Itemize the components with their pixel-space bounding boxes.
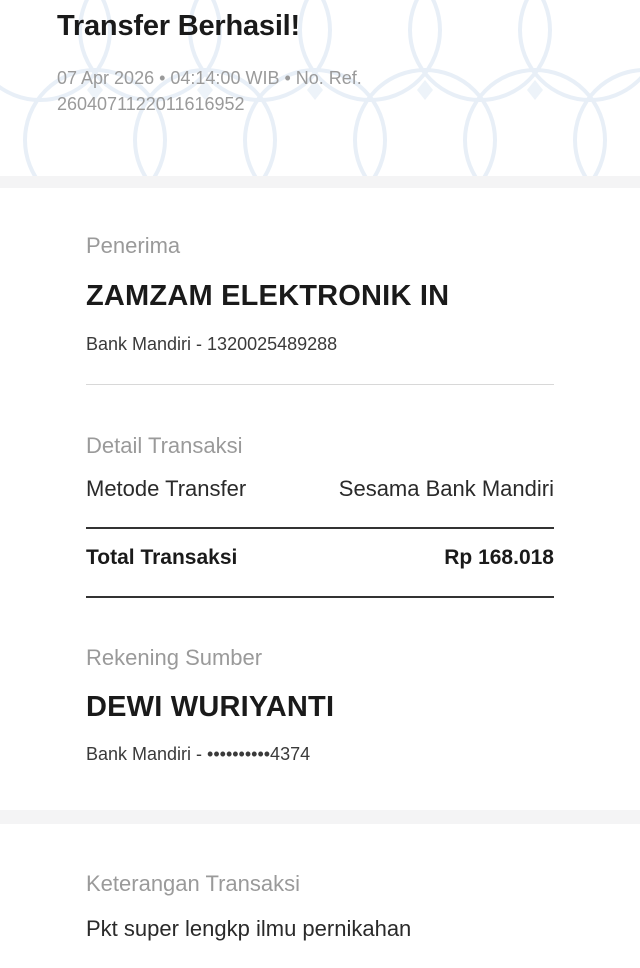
total-label: Total Transaksi [86, 546, 238, 569]
total-row: Total Transaksi Rp 168.018 [86, 546, 554, 570]
source-account-name: DEWI WURIYANTI [86, 691, 335, 723]
source-bank-account: Bank Mandiri - ••••••••••4374 [86, 744, 311, 764]
reference-number: 2604071122011616952 [57, 94, 245, 114]
transfer-method-row: Metode Transfer Sesama Bank Mandiri [86, 476, 554, 502]
divider [86, 384, 554, 385]
section-separator [0, 176, 640, 188]
total-amount: Rp 168.018 [444, 546, 554, 569]
page-title: Transfer Berhasil! [57, 10, 300, 42]
note-section-label: Keterangan Transaksi [86, 871, 301, 896]
detail-section-label: Detail Transaksi [86, 433, 243, 458]
source-section-label: Rekening Sumber [86, 645, 263, 670]
transaction-meta: 07 Apr 2026 • 04:14:00 WIB • No. Ref. 26… [57, 65, 477, 117]
transaction-note: Pkt super lengkp ilmu pernikahan [86, 916, 412, 941]
section-separator [0, 810, 640, 824]
recipient-bank-account: Bank Mandiri - 1320025489288 [86, 334, 338, 354]
recipient-section-label: Penerima [86, 233, 181, 258]
timestamp-ref-label: 07 Apr 2026 • 04:14:00 WIB • No. Ref. [57, 68, 362, 88]
recipient-name: ZAMZAM ELEKTRONIK IN [86, 280, 450, 312]
divider [86, 596, 554, 598]
receipt-header: Transfer Berhasil! 07 Apr 2026 • 04:14:0… [0, 0, 640, 176]
transfer-method-label: Metode Transfer [86, 476, 247, 501]
divider [86, 527, 554, 529]
transfer-method-value: Sesama Bank Mandiri [338, 476, 554, 501]
